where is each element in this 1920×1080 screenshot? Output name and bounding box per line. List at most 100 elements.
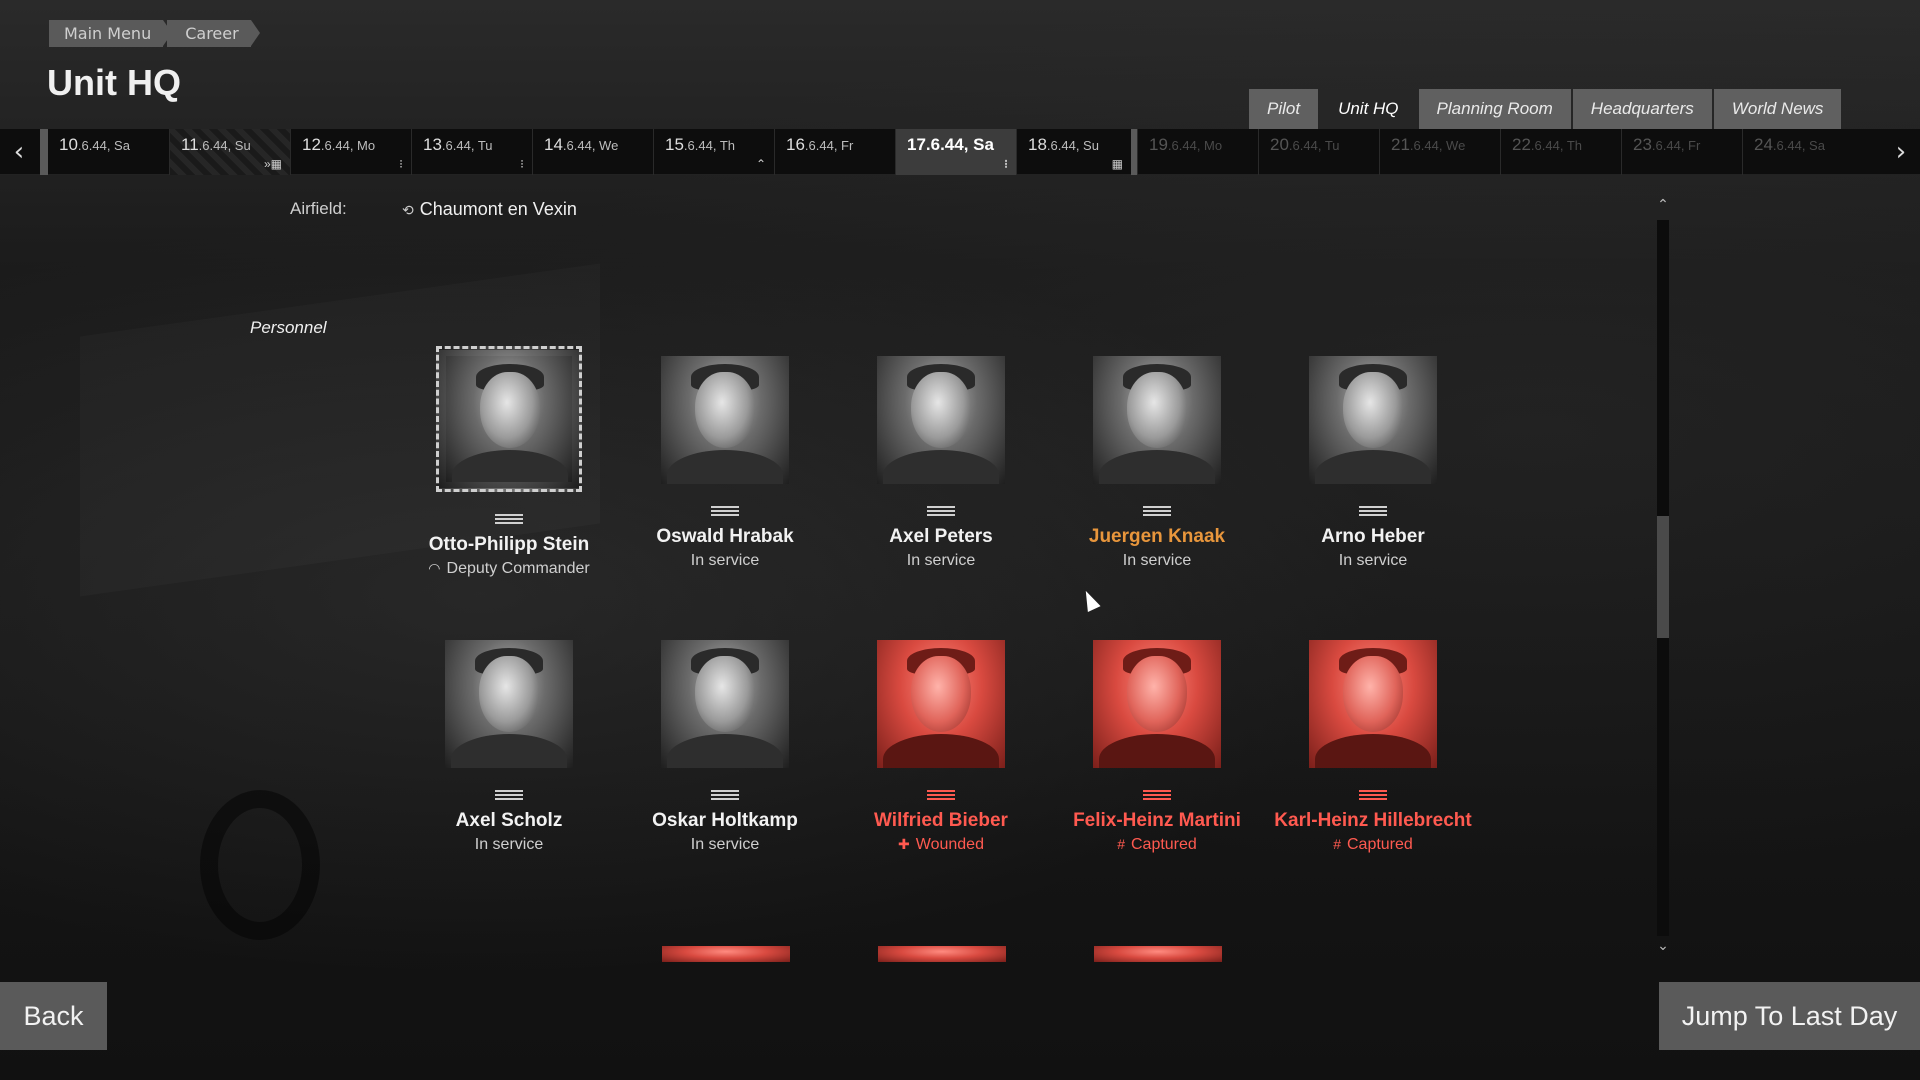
breadcrumb-main-menu[interactable]: Main Menu: [49, 20, 173, 47]
pilot-status-text: Captured: [1130, 836, 1197, 853]
portrait-partial: [662, 946, 790, 962]
personnel-card[interactable]: Oskar Holtkamp In service: [620, 640, 830, 854]
timeline-day[interactable]: 23.6.44, Fr: [1621, 129, 1742, 175]
portrait-partial: [878, 946, 1006, 962]
day-number: 22: [1512, 135, 1531, 154]
timeline-day[interactable]: 11.6.44, Su »▦: [169, 129, 290, 175]
pilot-portrait: [877, 356, 1005, 484]
personnel-card[interactable]: Felix-Heinz Martini # Captured: [1052, 640, 1262, 854]
rank-insignia-icon: [1143, 790, 1171, 804]
tab-unit-hq[interactable]: Unit HQ: [1320, 89, 1417, 129]
rank-insignia-icon: [711, 790, 739, 804]
page-title: Unit HQ: [47, 62, 181, 103]
tab-headquarters[interactable]: Headquarters: [1572, 89, 1712, 129]
tab-world-news[interactable]: World News: [1713, 89, 1842, 129]
personnel-card[interactable]: Axel Peters In service: [836, 356, 1046, 570]
day-date: .6.44, Th: [1530, 138, 1582, 153]
wounded-cross-icon: ✚: [898, 836, 910, 852]
timeline-day[interactable]: 20.6.44, Tu: [1258, 129, 1379, 175]
pilot-status: In service: [1052, 552, 1262, 570]
breadcrumb-career[interactable]: Career: [167, 20, 261, 47]
pilot-name: Oswald Hrabak: [656, 526, 794, 547]
unit-hq-screen: { "breadcrumb": ["Main Menu", "Career"],…: [0, 0, 1920, 1080]
pilot-status-text: In service: [1122, 552, 1192, 569]
airfield-label: Airfield:: [290, 199, 347, 218]
personnel-card[interactable]: Wilfried Bieber ✚ Wounded: [836, 640, 1046, 854]
day-number: 12: [302, 135, 321, 154]
pilot-portrait: [1093, 356, 1221, 484]
pilot-name: Karl-Heinz Hillebrecht: [1274, 810, 1472, 831]
day-date: .6.44, Mo: [1167, 138, 1223, 153]
pilot-status-text: In service: [690, 552, 760, 569]
rank-insignia-icon: [1359, 506, 1387, 520]
timeline-day[interactable]: 24.6.44, Sa: [1742, 129, 1863, 175]
timeline-next-arrow-icon[interactable]: ›: [1882, 129, 1920, 175]
day-date: .6.44, We: [562, 138, 619, 153]
day-date: .6.44, Sa: [1772, 138, 1825, 153]
pilot-status: In service: [836, 552, 1046, 570]
pilot-status-text: Wounded: [915, 836, 984, 853]
day-indicator-icon: ⁝: [520, 157, 524, 171]
personnel-card[interactable]: Oswald Hrabak In service: [620, 356, 830, 570]
timeline-day[interactable]: 22.6.44, Th: [1500, 129, 1621, 175]
pilot-portrait: [877, 640, 1005, 768]
personnel-card[interactable]: Juergen Knaak In service: [1052, 356, 1262, 570]
pilot-portrait: [661, 640, 789, 768]
pilot-status: In service: [620, 836, 830, 854]
day-number: 23: [1633, 135, 1652, 154]
scroll-up-icon[interactable]: ⌃: [1652, 197, 1674, 217]
timeline-day[interactable]: 14.6.44, We: [532, 129, 653, 175]
day-number: 19: [1149, 135, 1168, 154]
day-indicator-icon: ⁝: [399, 157, 403, 171]
day-indicator-icon: »▦: [263, 157, 282, 171]
day-number: 17.6.44, Sa: [907, 135, 994, 154]
rank-insignia-icon: [1359, 790, 1387, 804]
breadcrumb: Main Menu Career: [49, 20, 261, 47]
tab-bar: Pilot Unit HQ Planning Room Headquarters…: [1247, 89, 1842, 129]
timeline-day[interactable]: 18.6.44, Su ▦: [1016, 129, 1137, 175]
timeline-prev-arrow-icon[interactable]: ‹: [0, 129, 38, 175]
pilot-status: # Captured: [1268, 836, 1478, 854]
pilot-status: ✚ Wounded: [836, 836, 1046, 854]
pilot-portrait: [1309, 640, 1437, 768]
rank-insignia-icon: [927, 790, 955, 804]
pilot-name: Axel Peters: [889, 526, 993, 547]
pilot-status-text: Captured: [1346, 836, 1413, 853]
personnel-card[interactable]: Axel Scholz In service: [404, 640, 614, 854]
pilot-name: Wilfried Bieber: [874, 810, 1008, 831]
rank-insignia-icon: [927, 506, 955, 520]
rank-insignia-icon: [495, 514, 523, 528]
timeline-day[interactable]: 12.6.44, Mo ⁝: [290, 129, 411, 175]
timeline-day[interactable]: 21.6.44, We: [1379, 129, 1500, 175]
tab-pilot[interactable]: Pilot: [1249, 89, 1319, 129]
pilot-status: In service: [404, 836, 614, 854]
personnel-card[interactable]: Arno Heber In service: [1268, 356, 1478, 570]
pilot-portrait: [1093, 640, 1221, 768]
day-date: .6.44, Fr: [804, 138, 854, 153]
timeline-day[interactable]: 19.6.44, Mo: [1137, 129, 1258, 175]
jump-to-last-day-button[interactable]: Jump To Last Day: [1659, 982, 1920, 1050]
day-number: 24: [1754, 135, 1773, 154]
timeline-day[interactable]: 17.6.44, Sa ⁝: [895, 129, 1016, 175]
timeline-day[interactable]: 13.6.44, Tu ⁝: [411, 129, 532, 175]
pilot-portrait: [661, 356, 789, 484]
pilot-status-text: In service: [1338, 552, 1408, 569]
pilot-portrait: [445, 640, 573, 768]
pilot-status-text: In service: [474, 836, 544, 853]
day-number: 20: [1270, 135, 1289, 154]
day-indicator-icon: ⁝: [1004, 157, 1008, 171]
timeline-day[interactable]: 10.6.44, Sa: [40, 129, 169, 175]
back-button[interactable]: Back: [0, 982, 107, 1050]
tab-planning-room[interactable]: Planning Room: [1418, 89, 1571, 129]
timeline-day[interactable]: 15.6.44, Th ⌃: [653, 129, 774, 175]
day-date: .6.44, Tu: [441, 138, 493, 153]
timeline-day[interactable]: 16.6.44, Fr: [774, 129, 895, 175]
pilot-status-text: Deputy Commander: [446, 560, 590, 577]
day-date: .6.44, Tu: [1288, 138, 1340, 153]
personnel-card[interactable]: Karl-Heinz Hillebrecht # Captured: [1268, 640, 1478, 854]
scroll-down-icon[interactable]: ⌄: [1652, 938, 1674, 958]
scrollbar-thumb[interactable]: [1657, 516, 1669, 638]
pilot-name: Oskar Holtkamp: [652, 810, 798, 831]
personnel-card[interactable]: Otto-Philipp Stein ◠ Deputy Commander: [404, 346, 614, 578]
day-number: 21: [1391, 135, 1410, 154]
